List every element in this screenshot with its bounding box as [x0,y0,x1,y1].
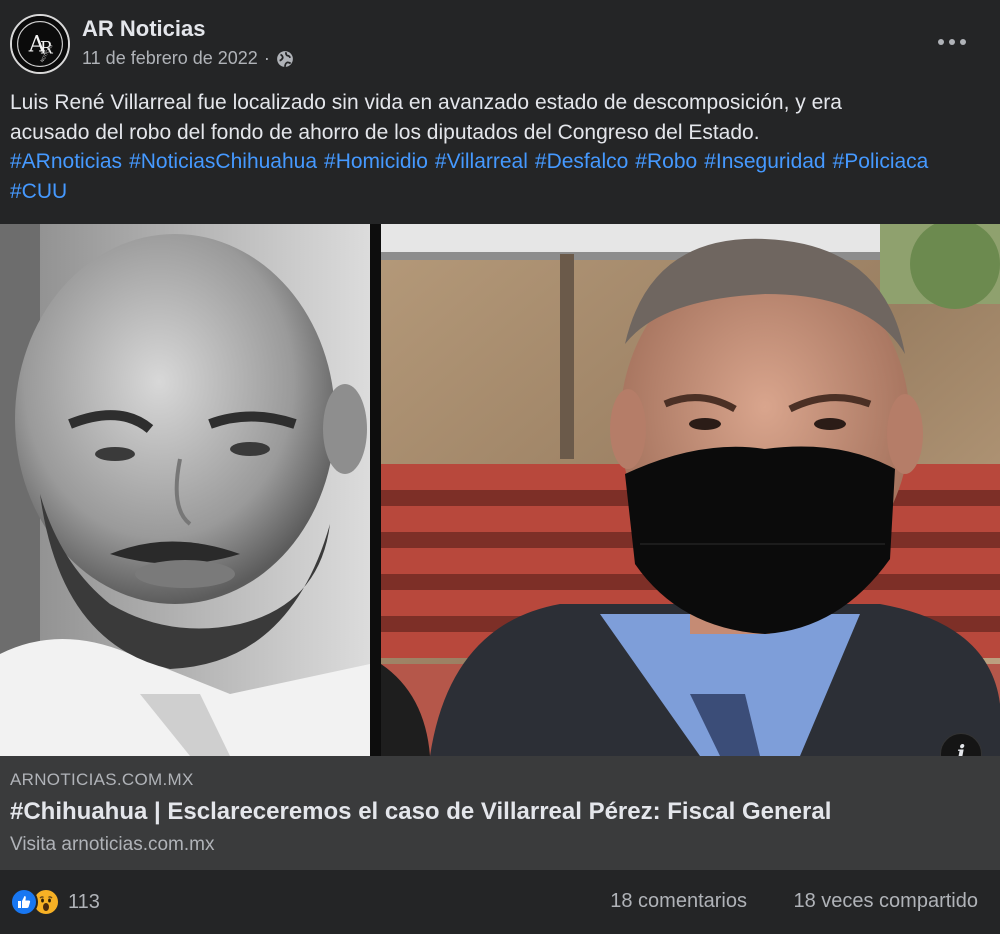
post-image[interactable] [0,224,1000,756]
more-options-button[interactable] [922,24,982,60]
page-name[interactable]: AR Noticias [82,16,205,42]
more-options-dot [960,39,966,45]
hashtag-link[interactable]: #Homicidio [324,147,428,177]
comments-count[interactable]: 18 comentarios [610,890,747,913]
reaction-count: 113 [68,890,100,913]
link-subtitle: Visita arnoticias.com.mx [10,834,215,855]
hashtag-link[interactable]: #NoticiasChihuahua [129,147,317,177]
hashtag-link[interactable]: #Inseguridad [704,147,825,177]
more-options-icon [938,39,944,45]
post-text-line-1: Luis René Villarreal fue localizado sin … [10,91,842,114]
link-title[interactable]: #Chihuahua | Esclareceremos el caso de V… [10,798,831,826]
globe-icon [276,50,293,67]
reaction-summary[interactable]: 113 [10,888,100,916]
right-photo [381,224,1000,756]
shares-count[interactable]: 18 veces compartido [793,890,978,913]
hashtag-link[interactable]: #Robo [635,147,697,177]
link-preview-card[interactable]: ARNOTICIAS.COM.MX #Chihuahua | Esclarece… [0,756,1000,870]
meta-separator: · [263,48,270,68]
photo-collage [0,224,1000,756]
hashtag-link[interactable]: #Villarreal [435,147,528,177]
link-domain: ARNOTICIAS.COM.MX [10,770,194,789]
hashtag-link[interactable]: #CUU [10,177,67,207]
hashtag-link[interactable]: #Policiaca [833,147,929,177]
hashtag-link[interactable]: #Desfalco [535,147,628,177]
post-meta: 11 de febrero de 2022 · [82,48,294,69]
hashtag-list: #ARnoticias #NoticiasChihuahua #Homicidi… [10,147,990,206]
ar-noticias-logo: A R NOTICIAS [12,16,68,72]
post-text: Luis René Villarreal fue localizado sin … [10,88,990,206]
more-options-dot [949,39,955,45]
reactions-bar: 113 18 comentarios 18 veces compartido [0,870,1000,934]
page-avatar[interactable]: A R NOTICIAS [10,14,70,74]
like-icon [10,888,38,916]
post-header: A R NOTICIAS AR Noticias 11 de febrero d… [0,0,1000,86]
post-date[interactable]: 11 de febrero de 2022 [82,48,258,69]
hashtag-link[interactable]: #ARnoticias [10,147,122,177]
post-text-line-2: acusado del robo del fondo de ahorro de … [10,120,760,144]
left-photo [0,224,370,756]
